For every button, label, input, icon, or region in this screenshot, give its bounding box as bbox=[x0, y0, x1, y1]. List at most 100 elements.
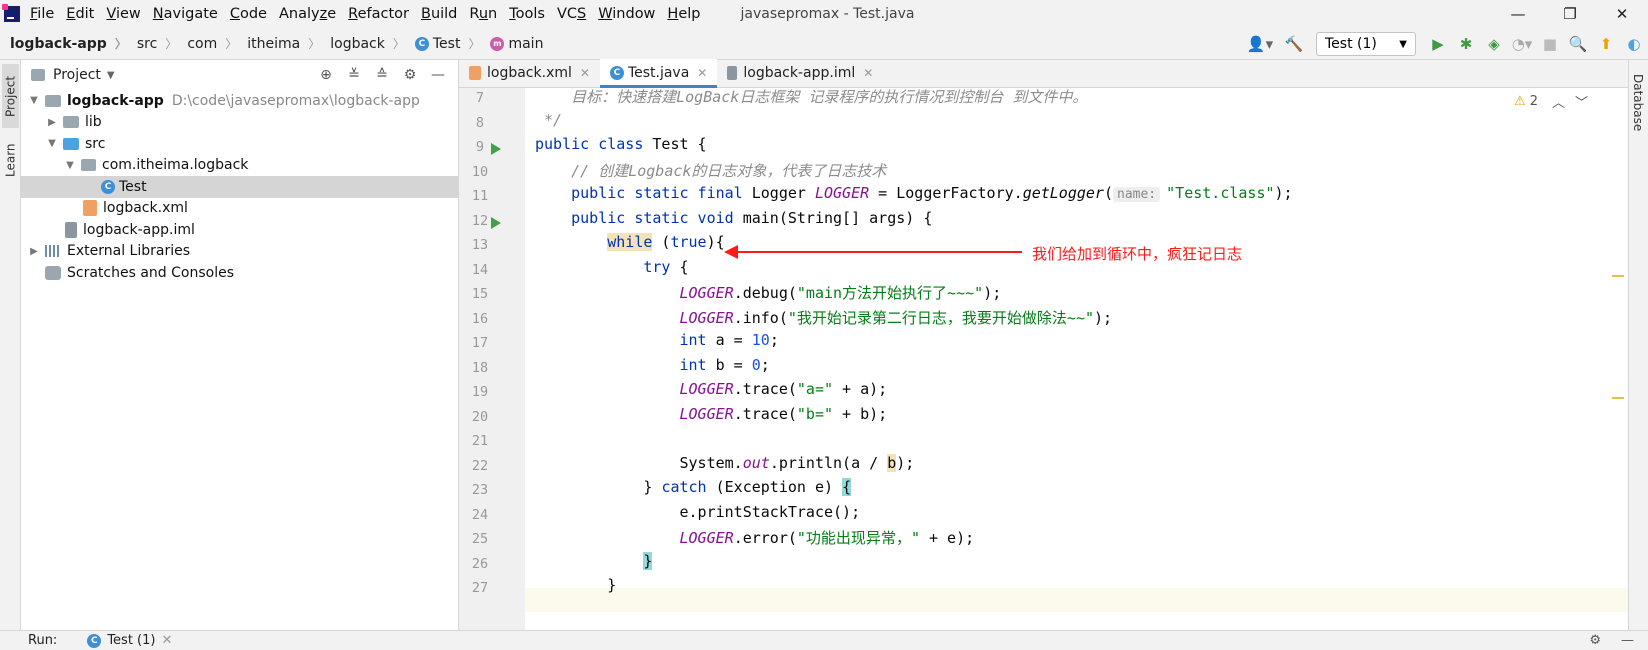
tab-logback-app-iml[interactable]: logback-app.iml ✕ bbox=[717, 59, 883, 87]
code-line-12: public static void main(String[] args) { bbox=[535, 208, 933, 227]
chevron-right-icon: ▶ bbox=[30, 245, 38, 257]
close-tab-icon[interactable]: ✕ bbox=[863, 66, 873, 80]
gear-icon[interactable]: ⚙ bbox=[1589, 633, 1601, 648]
folder-icon bbox=[31, 69, 45, 81]
chevron-right-icon: 〉 bbox=[392, 37, 405, 51]
close-tab-icon[interactable]: ✕ bbox=[161, 633, 172, 648]
xml-file-icon bbox=[83, 200, 97, 217]
debug-icon[interactable]: ✱ bbox=[1452, 30, 1480, 58]
breadcrumb-main-method[interactable]: m main bbox=[480, 36, 543, 52]
update-icon[interactable]: ⬆ bbox=[1592, 30, 1620, 58]
tab-logback-xml[interactable]: logback.xml ✕ bbox=[459, 59, 600, 87]
run-configuration-select[interactable]: Test (1) ▼ bbox=[1316, 32, 1416, 56]
code-line-13: while (true){ bbox=[607, 233, 725, 251]
tree-item-test-class[interactable]: C Test bbox=[21, 176, 458, 198]
tree-item-package[interactable]: ▼ com.itheima.logback bbox=[21, 155, 458, 177]
code-line-16: LOGGER.info("我开始记录第二行日志，我要开始做除法~~"); bbox=[679, 308, 1113, 327]
tree-item-lib[interactable]: ▶ lib bbox=[21, 112, 458, 134]
line-number: 24 bbox=[471, 506, 489, 523]
expand-all-icon[interactable]: ≚ bbox=[340, 67, 368, 83]
chevron-down-icon[interactable]: ▼ bbox=[107, 70, 115, 81]
project-view-selector[interactable]: Project bbox=[53, 67, 101, 83]
menu-item[interactable]: Navigate bbox=[147, 0, 224, 28]
close-tab-icon[interactable]: ✕ bbox=[580, 66, 590, 80]
warning-mark[interactable] bbox=[1612, 275, 1624, 277]
collapse-all-icon[interactable]: ≙ bbox=[368, 67, 396, 83]
gear-icon[interactable]: ⚙ bbox=[396, 67, 424, 83]
tree-item-src[interactable]: ▼ src bbox=[21, 133, 458, 155]
line-number: 8 bbox=[475, 114, 485, 131]
build-icon[interactable]: 🔨 bbox=[1280, 30, 1308, 58]
tree-item-scratches[interactable]: Scratches and Consoles bbox=[21, 262, 458, 284]
stop-icon[interactable]: ■ bbox=[1536, 30, 1564, 58]
hide-icon[interactable]: — bbox=[1621, 633, 1634, 648]
breadcrumb-com[interactable]: com 〉 bbox=[177, 35, 237, 52]
breadcrumb-src[interactable]: src 〉 bbox=[127, 35, 177, 52]
menu-item[interactable]: Build bbox=[415, 0, 463, 28]
close-button[interactable]: ✕ bbox=[1596, 0, 1648, 28]
breadcrumb-project[interactable]: logback-app 〉 bbox=[0, 35, 127, 52]
line-number: 20 bbox=[471, 408, 489, 425]
user-icon[interactable]: 👤▾ bbox=[1240, 30, 1280, 58]
menu-item[interactable]: View bbox=[100, 0, 146, 28]
project-tool-tab[interactable]: Project bbox=[2, 64, 19, 128]
chevron-right-icon: ▶ bbox=[48, 116, 56, 128]
menu-item[interactable]: Window bbox=[592, 0, 661, 28]
left-tool-stripe: Project Learn bbox=[0, 60, 21, 630]
restore-button[interactable]: ❐ bbox=[1544, 0, 1596, 28]
line-number-gutter[interactable]: 7 8 9 10 11 12 13 14 15 16 17 18 19 20 21 22 23 24 25 26 27 bbox=[459, 88, 525, 630]
tree-item-logback-xml[interactable]: logback.xml bbox=[21, 198, 458, 220]
run-gutter-icon[interactable] bbox=[491, 143, 501, 155]
coverage-icon[interactable]: ◈ bbox=[1480, 30, 1508, 58]
line-number: 17 bbox=[471, 335, 489, 351]
minimize-button[interactable]: — bbox=[1492, 0, 1544, 28]
menu-item[interactable]: Edit bbox=[60, 0, 100, 28]
annotation-arrow-head bbox=[724, 245, 738, 259]
menu-item[interactable]: Tools bbox=[503, 0, 551, 28]
warning-mark[interactable] bbox=[1612, 397, 1624, 399]
chevron-right-icon: 〉 bbox=[308, 37, 321, 51]
chevron-down-icon: ▼ bbox=[1399, 38, 1407, 50]
hide-icon[interactable]: — bbox=[424, 67, 452, 83]
breadcrumb-test-class[interactable]: C Test 〉 bbox=[405, 35, 480, 52]
menu-item[interactable]: Code bbox=[224, 0, 273, 28]
code-area[interactable]: 目标：快速搭建LogBack日志框架 记录程序的执行情况到控制台 到文件中。 *… bbox=[525, 88, 1628, 630]
close-tab-icon[interactable]: ✕ bbox=[697, 66, 707, 80]
breadcrumb-logback[interactable]: logback 〉 bbox=[320, 35, 405, 52]
line-number: 27 bbox=[471, 580, 489, 596]
breadcrumb-itheima[interactable]: itheima 〉 bbox=[237, 35, 320, 52]
tree-item-logback-app[interactable]: ▼ logback-app D:\code\javasepromax\logba… bbox=[21, 90, 458, 112]
code-line-10: // 创建Logback的日志对象，代表了日志技术 bbox=[535, 161, 887, 180]
tab-test-java[interactable]: C Test.java ✕ bbox=[599, 59, 718, 88]
menu-item[interactable]: Refactor bbox=[342, 0, 415, 28]
locate-icon[interactable]: ⊕ bbox=[312, 67, 340, 83]
menu-item[interactable]: Analyze bbox=[273, 0, 342, 28]
plugin-icon[interactable]: ◐ bbox=[1620, 30, 1648, 58]
project-panel-tools: ⊕ ≚ ≙ ⚙ — bbox=[312, 60, 452, 90]
run-window-tools: ⚙ — bbox=[1589, 633, 1634, 648]
profile-icon[interactable]: ◔▾ bbox=[1508, 30, 1536, 58]
code-line-27: } bbox=[535, 576, 617, 594]
iml-file-icon bbox=[65, 221, 77, 238]
run-icon[interactable]: ▶ bbox=[1424, 30, 1452, 58]
chevron-up-icon[interactable]: ︿ bbox=[1552, 92, 1565, 111]
database-tool-tab[interactable]: Database bbox=[1631, 74, 1645, 131]
menu-item[interactable]: Run bbox=[463, 0, 503, 28]
search-icon[interactable]: 🔍 bbox=[1564, 30, 1592, 58]
line-number: 14 bbox=[471, 261, 489, 278]
chevron-down-icon[interactable]: ﹀ bbox=[1575, 92, 1588, 111]
chevron-down-icon: ▼ bbox=[66, 159, 74, 171]
menu-item[interactable]: File bbox=[24, 0, 60, 28]
inspection-widget[interactable]: ⚠ 2 ︿ ﹀ bbox=[1514, 92, 1588, 111]
run-gutter-icon[interactable] bbox=[491, 216, 501, 229]
code-line-15: LOGGER.debug("main方法开始执行了~~~"); bbox=[679, 284, 1002, 302]
run-tab-test[interactable]: C Test (1) ✕ bbox=[87, 633, 172, 648]
menu-item[interactable]: VCS bbox=[551, 0, 592, 28]
line-number: 16 bbox=[471, 310, 489, 327]
tree-item-external-libraries[interactable]: ▶ External Libraries bbox=[21, 241, 458, 263]
chevron-right-icon: 〉 bbox=[165, 37, 178, 51]
method-icon: m bbox=[490, 36, 505, 51]
tree-item-iml[interactable]: logback-app.iml bbox=[21, 219, 458, 241]
menu-item[interactable]: Help bbox=[661, 0, 706, 28]
learn-tool-tab[interactable]: Learn bbox=[2, 136, 19, 184]
